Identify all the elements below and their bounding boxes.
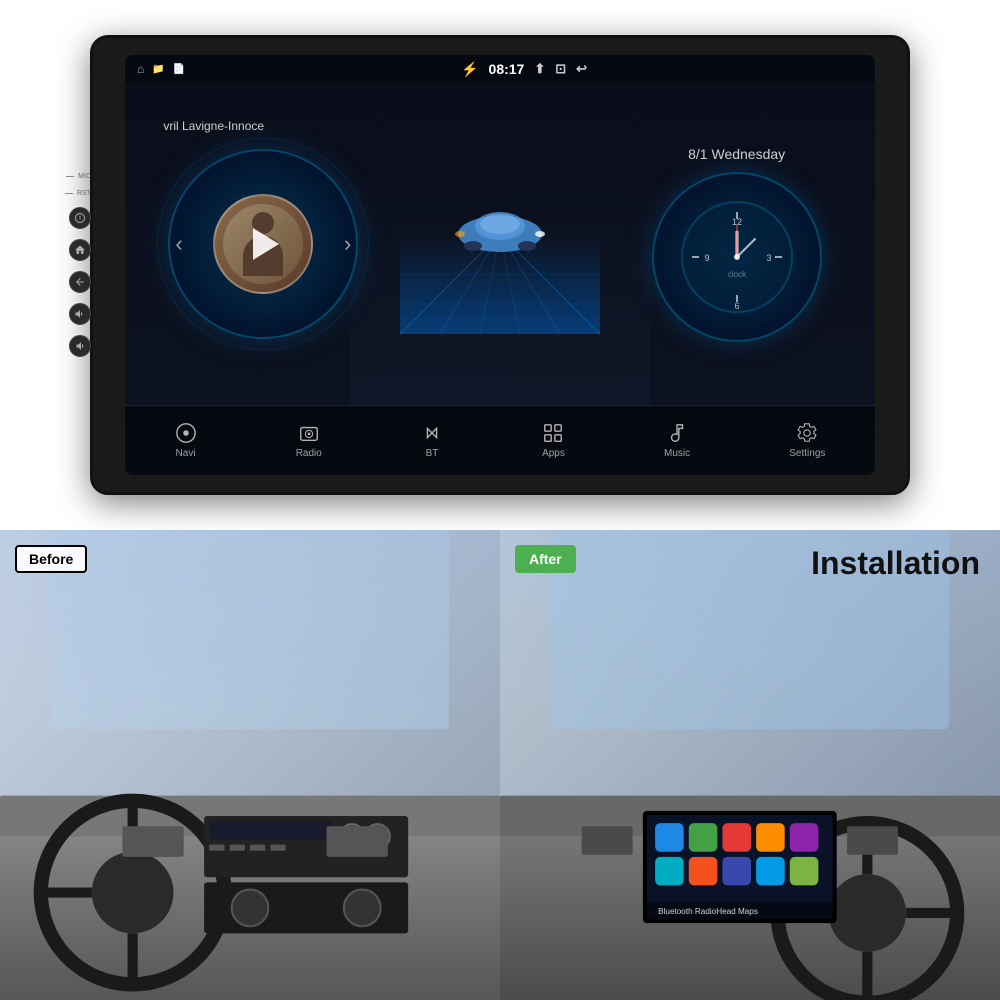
music-circle: ‹: [168, 149, 358, 339]
bottom-section: Before: [0, 530, 1000, 1000]
return-icon: ↩: [576, 61, 587, 77]
time-display: 08:17: [489, 61, 525, 77]
nav-apps[interactable]: Apps: [527, 417, 580, 464]
volume-up-button[interactable]: [69, 303, 91, 325]
album-art: [213, 194, 313, 294]
music-label: Music: [664, 448, 690, 459]
bluetooth-icon: ⚡: [461, 61, 478, 78]
settings-icon: [796, 422, 818, 444]
radio-icon: [298, 422, 320, 444]
navi-label: Navi: [176, 448, 196, 459]
clock-widget: 8/1 Wednesday 12 3: [637, 146, 837, 342]
svg-text:3: 3: [766, 253, 771, 263]
svg-text:6: 6: [734, 301, 739, 311]
home-button[interactable]: [69, 239, 91, 261]
date-display: 8/1 Wednesday: [688, 146, 785, 162]
car-display: [400, 144, 600, 344]
play-overlay[interactable]: [223, 204, 303, 284]
svg-text:clock: clock: [728, 270, 747, 279]
screen-icon: ⊡: [555, 61, 566, 77]
rst-label: RST: [65, 190, 91, 197]
album-art-inner: [223, 204, 303, 284]
music-widget[interactable]: vril Lavigne-Innoce ‹: [163, 144, 363, 344]
after-photo: After Installation: [500, 530, 1000, 1000]
clock-face: 12 3 6 9: [677, 197, 797, 317]
main-content: vril Lavigne-Innoce ‹: [125, 83, 875, 405]
after-label: After: [515, 545, 576, 573]
play-icon: [253, 228, 279, 260]
power-button[interactable]: [69, 207, 91, 229]
status-left: ⌂ 📁 📄: [137, 62, 185, 76]
prev-button[interactable]: ‹: [175, 231, 182, 257]
road-svg: [400, 154, 600, 334]
svg-text:9: 9: [704, 253, 709, 263]
status-center: ⚡ 08:17 ⬆ ⊡ ↩: [461, 61, 587, 78]
home-status-icon: ⌂: [137, 62, 144, 76]
back-button[interactable]: [69, 271, 91, 293]
nav-bt[interactable]: BT: [406, 417, 458, 464]
volume-down-button[interactable]: [69, 335, 91, 357]
head-unit: MIC RST ⌂: [90, 35, 910, 495]
nav-radio[interactable]: Radio: [281, 417, 337, 464]
clock-circle: 12 3 6 9: [652, 172, 822, 342]
settings-label: Settings: [789, 448, 825, 459]
file-icon: 📁: [152, 64, 164, 75]
svg-text:Bluetooth RadioHead Maps: Bluetooth RadioHead Maps: [658, 907, 758, 916]
file2-icon: 📄: [173, 64, 185, 75]
side-buttons: MIC RST: [65, 173, 91, 357]
screen: ⌂ 📁 📄 ⚡ 08:17 ⬆ ⊡ ↩: [125, 55, 875, 475]
mic-label: MIC: [66, 173, 91, 180]
music-icon: [666, 422, 688, 444]
song-title: vril Lavigne-Innoce: [163, 119, 264, 133]
status-bar: ⌂ 📁 📄 ⚡ 08:17 ⬆ ⊡ ↩: [125, 55, 875, 83]
bottom-nav: Navi Radio BT App: [125, 405, 875, 475]
signal-icon: ⬆: [534, 61, 545, 77]
installation-title: Installation: [811, 545, 980, 582]
before-photo: Before: [0, 530, 500, 1000]
top-section: MIC RST ⌂: [0, 0, 1000, 530]
before-label: Before: [15, 545, 87, 573]
nav-music[interactable]: Music: [649, 417, 705, 464]
bt-label: BT: [426, 448, 439, 459]
bt-icon: [421, 422, 443, 444]
apps-icon: [542, 422, 564, 444]
navi-icon: [175, 422, 197, 444]
nav-navi[interactable]: Navi: [160, 417, 212, 464]
next-button[interactable]: ›: [344, 231, 351, 257]
nav-settings[interactable]: Settings: [774, 417, 840, 464]
apps-label: Apps: [542, 448, 565, 459]
radio-label: Radio: [296, 448, 322, 459]
